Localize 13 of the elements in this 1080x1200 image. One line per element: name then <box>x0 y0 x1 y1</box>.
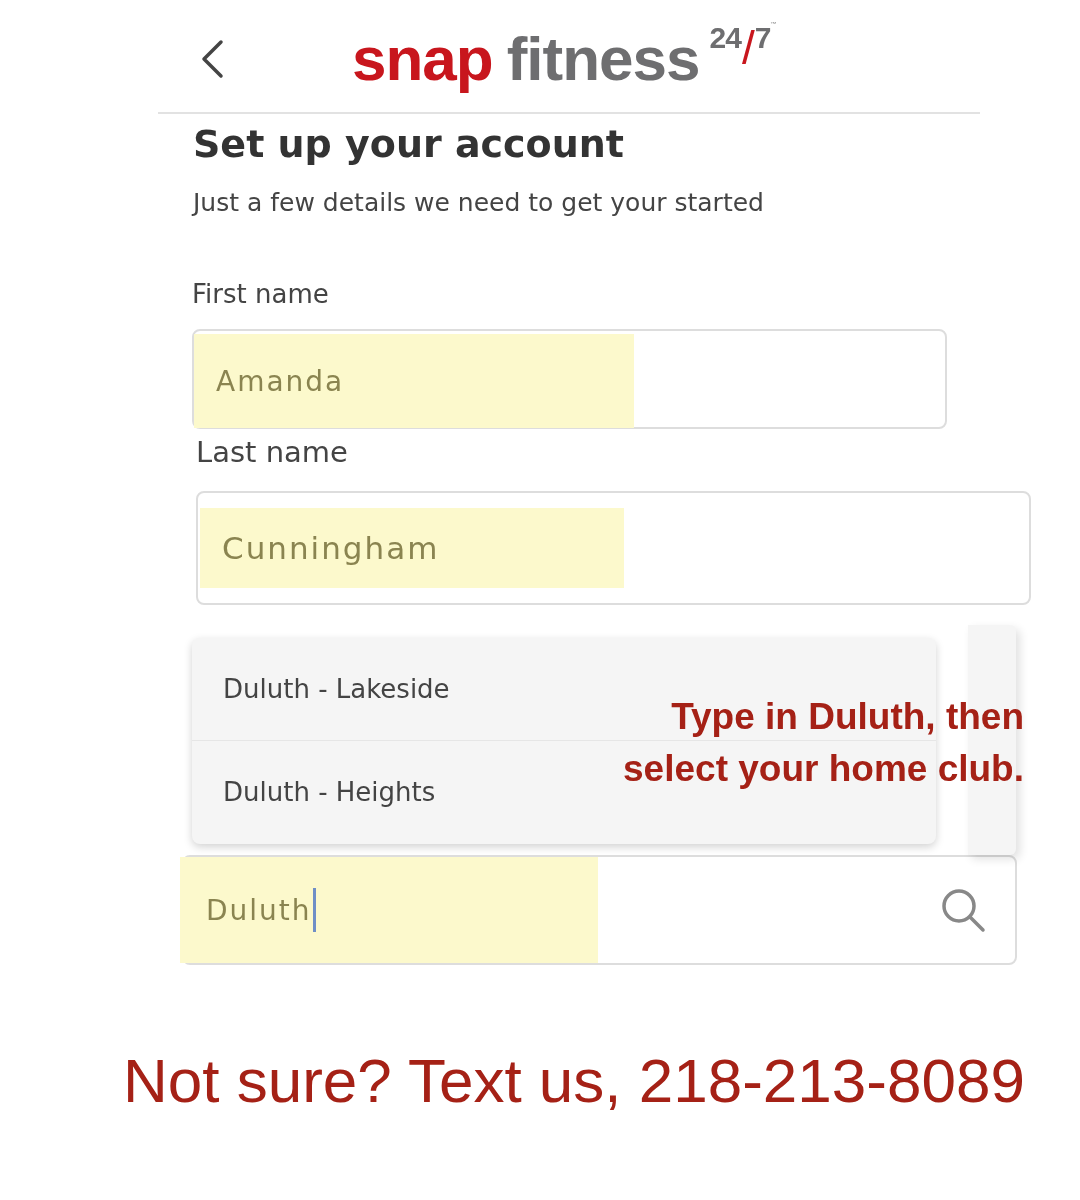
contact-text: Not sure? Text us, 218-213-8089 <box>123 1045 1026 1116</box>
search-field[interactable]: Duluth <box>182 855 1017 965</box>
menu-item[interactable]: Duluth - Lakeside <box>223 674 450 704</box>
field-label: Last name <box>196 435 349 469</box>
field-label: First name <box>192 279 330 309</box>
chevron-left-icon <box>199 39 225 79</box>
menu-item[interactable]: Duluth - Heights <box>223 777 436 807</box>
subtitle-text: Just a few details we need to get your started <box>193 188 765 217</box>
search-icon[interactable] <box>939 886 987 934</box>
text-field[interactable]: Cunningham <box>196 491 1031 605</box>
text-field[interactable]: Amanda <box>192 329 947 429</box>
annotation-text: Type in Duluth, then select your home club. <box>622 695 1024 791</box>
page-title: Set up your account <box>193 122 625 166</box>
